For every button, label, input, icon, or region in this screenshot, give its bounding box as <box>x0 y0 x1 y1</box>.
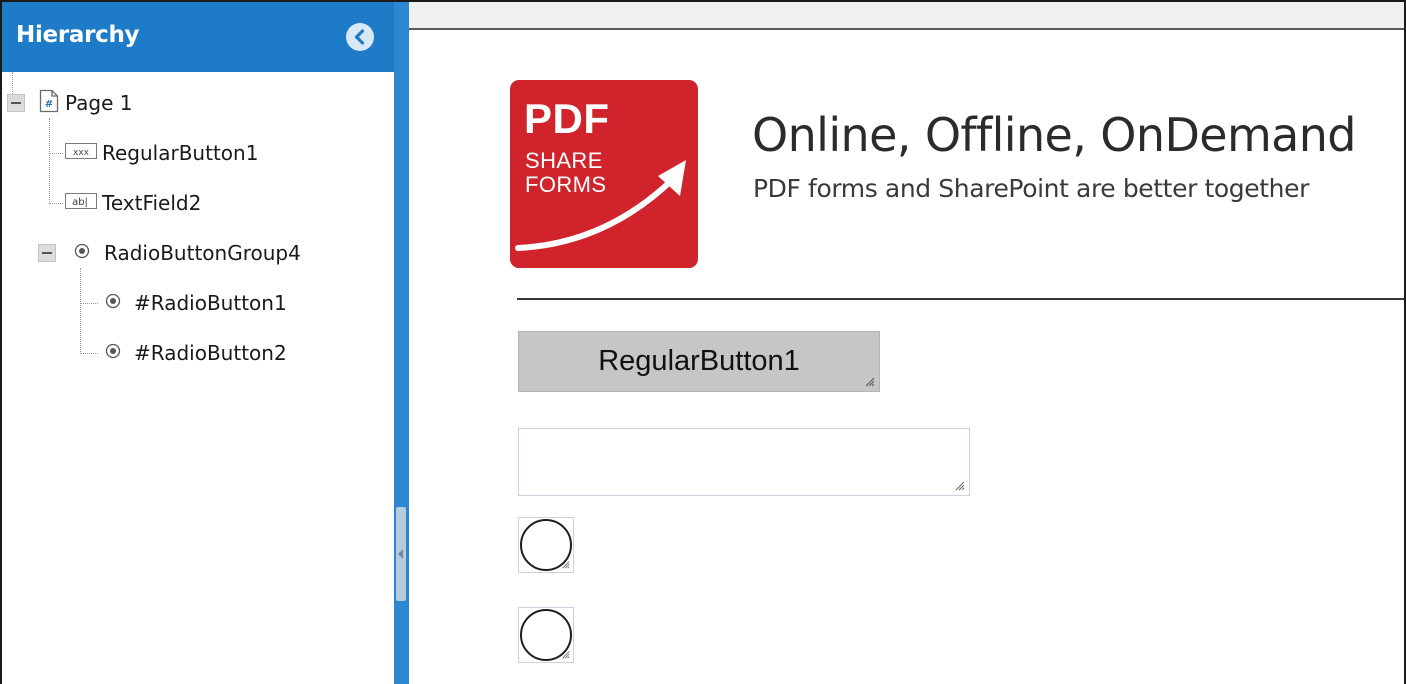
svg-text:xxx: xxx <box>73 148 90 158</box>
regular-button-1[interactable]: RegularButton1 <box>518 331 880 392</box>
tree-connector <box>80 303 98 304</box>
tree-connector <box>49 203 63 204</box>
hierarchy-title: Hierarchy <box>16 22 140 48</box>
text-field-2[interactable] <box>518 428 970 496</box>
tree-item-label: #RadioButton2 <box>134 341 287 365</box>
tree-item-label: TextField2 <box>102 191 202 215</box>
header-tagline: Online, Offline, OnDemand <box>752 108 1357 162</box>
header-subtagline: PDF forms and SharePoint are better toge… <box>753 174 1309 203</box>
button-icon: xxx <box>65 141 97 166</box>
tree-item-radiobuttongroup4[interactable]: RadioButtonGroup4 <box>73 236 301 270</box>
radio-icon <box>104 291 122 315</box>
splitter-collapse-handle[interactable] <box>396 507 406 601</box>
logo-arrow-icon <box>515 160 686 251</box>
tree-item-radiobutton1[interactable]: #RadioButton1 <box>104 286 287 320</box>
regular-button-label: RegularButton1 <box>598 345 800 377</box>
tree-item-label: RegularButton1 <box>102 141 259 165</box>
tree-connector <box>80 353 98 354</box>
resize-grip-icon[interactable] <box>560 649 570 659</box>
hierarchy-header: Hierarchy <box>2 2 394 72</box>
resize-grip-icon[interactable] <box>863 375 875 387</box>
header-divider <box>517 298 1404 300</box>
canvas-top-strip <box>409 2 1404 30</box>
resize-grip-icon[interactable] <box>560 559 570 569</box>
textfield-icon: ab| <box>65 191 97 216</box>
tree-item-label: RadioButtonGroup4 <box>104 241 301 265</box>
svg-text:#: # <box>45 99 53 110</box>
tree-item-label: #RadioButton1 <box>134 291 287 315</box>
radio-icon <box>104 341 122 365</box>
tree-item-regularbutton1[interactable]: xxx RegularButton1 <box>65 136 258 170</box>
radio-button-2[interactable] <box>518 607 574 663</box>
radio-icon <box>73 241 91 265</box>
collapse-group-expander[interactable] <box>38 244 56 262</box>
tree-item-textfield2[interactable]: ab| TextField2 <box>65 186 201 220</box>
pdf-share-forms-logo: PDF SHARE FORMS <box>510 80 698 268</box>
hierarchy-panel: Hierarchy # Page 1 xxx RegularButton1 ab… <box>2 2 394 684</box>
collapse-panel-button[interactable] <box>346 23 374 51</box>
tree-connector <box>49 153 63 154</box>
form-canvas: PDF SHARE FORMS Online, Offline, OnDeman… <box>409 2 1404 684</box>
tree-item-label: Page 1 <box>65 91 133 115</box>
tree-connector <box>80 268 81 354</box>
radio-button-1[interactable] <box>518 517 574 573</box>
resize-grip-icon[interactable] <box>953 479 965 491</box>
app-frame: Hierarchy # Page 1 xxx RegularButton1 ab… <box>0 0 1406 684</box>
hierarchy-tree: # Page 1 xxx RegularButton1 ab| TextFiel… <box>2 72 394 684</box>
page-icon: # <box>39 89 59 118</box>
tree-connector <box>12 72 13 94</box>
chevron-left-circle-icon <box>354 29 365 45</box>
tree-connector <box>49 118 50 202</box>
svg-text:ab|: ab| <box>72 197 88 208</box>
tree-item-page-1[interactable]: # Page 1 <box>39 86 133 120</box>
tree-item-radiobutton2[interactable]: #RadioButton2 <box>104 336 287 370</box>
collapse-page-expander[interactable] <box>7 94 25 112</box>
